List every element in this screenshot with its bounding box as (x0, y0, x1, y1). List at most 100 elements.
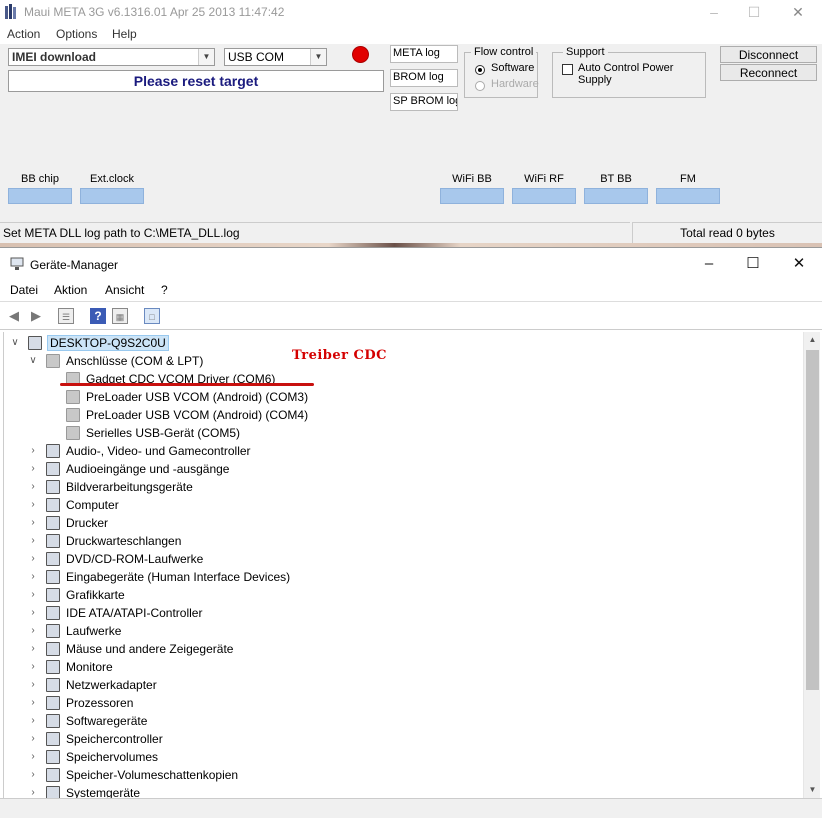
category-label: Eingabegeräte (Human Interface Devices) (66, 570, 291, 584)
expand-icon[interactable]: › (28, 694, 38, 712)
expand-icon[interactable]: › (28, 496, 38, 514)
root-label: DESKTOP-Q9S2C0U (47, 335, 169, 351)
port-select[interactable]: USB COM ▼ (224, 48, 327, 66)
view-icon[interactable]: ▦ (112, 308, 128, 324)
menu-options[interactable]: Options (56, 27, 97, 41)
maui-meta-window: Maui META 3G v6.1316.01 Apr 25 2013 11:4… (0, 0, 822, 245)
expand-icon[interactable]: › (28, 532, 38, 550)
tree-scrollbar[interactable]: ▲ ▼ (803, 332, 820, 798)
scroll-down-icon[interactable]: ▼ (804, 782, 821, 798)
support-group: Support Auto Control Power Supply (552, 46, 706, 98)
forward-icon[interactable]: ▶ (28, 308, 44, 324)
disconnect-button[interactable]: Disconnect (720, 46, 817, 63)
category-label: IDE ATA/ATAPI-Controller (66, 606, 203, 620)
back-icon[interactable]: ◀ (6, 308, 22, 324)
reconnect-button[interactable]: Reconnect (720, 64, 817, 81)
wifi-rf-indicator (512, 188, 576, 204)
properties-icon[interactable]: ☰ (58, 308, 74, 324)
meta-log-field[interactable]: META log (390, 45, 458, 63)
usb-device-icon (66, 390, 80, 404)
auto-power-label: Auto Control Power Supply (578, 62, 674, 86)
menu-help[interactable]: Help (112, 27, 137, 41)
category-label: Audio-, Video- und Gamecontroller (66, 444, 251, 458)
meta-titlebar: Maui META 3G v6.1316.01 Apr 25 2013 11:4… (0, 0, 822, 24)
expand-icon[interactable]: › (28, 784, 38, 798)
scan-hardware-icon[interactable]: □ (144, 308, 160, 324)
dvd-drive-icon (46, 552, 60, 566)
dm-statusbar (0, 798, 822, 818)
speaker-icon (46, 462, 60, 476)
category-label: Laufwerke (66, 624, 122, 638)
menu-action[interactable]: Action (7, 27, 40, 41)
audio-video-icon (46, 444, 60, 458)
chevron-down-icon: ▼ (310, 49, 326, 65)
meta-menubar: Action Options Help (0, 24, 822, 44)
dm-maximize-button[interactable]: ☐ (730, 248, 776, 280)
wifi-bb-indicator (440, 188, 504, 204)
expand-icon[interactable]: › (28, 622, 38, 640)
help-icon[interactable]: ? (90, 308, 106, 324)
computer-icon (46, 498, 60, 512)
expand-icon[interactable]: › (28, 568, 38, 586)
category-label: Prozessoren (66, 696, 134, 710)
sp-brom-log-field[interactable]: SP BROM log (390, 93, 458, 111)
scroll-up-icon[interactable]: ▲ (804, 332, 821, 348)
annotation-label: Treiber CDC (292, 348, 387, 363)
menu-ansicht[interactable]: Ansicht (105, 283, 144, 297)
expand-icon[interactable]: › (28, 748, 38, 766)
category-label: Speicher-Volumeschattenkopien (66, 768, 239, 782)
scroll-thumb[interactable] (806, 350, 819, 690)
menu-aktion[interactable]: Aktion (54, 283, 87, 297)
expand-icon[interactable]: › (28, 514, 38, 532)
mode-select-value: IMEI download (12, 50, 96, 64)
expand-icon[interactable]: › (28, 442, 38, 460)
meta-close-button[interactable]: ✕ (778, 0, 818, 24)
chevron-down-icon: ▼ (198, 49, 214, 65)
expand-icon[interactable]: › (28, 550, 38, 568)
category-label: Monitore (66, 660, 113, 674)
hardware-radio[interactable] (475, 81, 485, 91)
ports-category-label: Anschlüsse (COM & LPT) (66, 354, 204, 368)
category-label: Drucker (66, 516, 109, 530)
computer-icon (28, 336, 42, 350)
expand-icon[interactable]: › (28, 658, 38, 676)
usb-device-icon (66, 408, 80, 422)
wifi-rf-label: WiFi RF (524, 173, 564, 185)
mode-select[interactable]: IMEI download ▼ (8, 48, 215, 66)
expand-icon[interactable]: › (28, 676, 38, 694)
expand-icon[interactable]: › (28, 478, 38, 496)
port-select-value: USB COM (228, 50, 285, 64)
collapse-icon[interactable]: ∨ (28, 352, 38, 370)
expand-icon[interactable]: › (28, 586, 38, 604)
collapse-icon[interactable]: ∨ (10, 334, 20, 352)
expand-icon[interactable]: › (28, 766, 38, 784)
category-label: DVD/CD-ROM-Laufwerke (66, 552, 204, 566)
shadow-copy-icon (46, 768, 60, 782)
dm-close-button[interactable]: ✕ (776, 248, 822, 280)
connection-indicator (352, 46, 369, 63)
menu-help[interactable]: ? (161, 283, 168, 297)
expand-icon[interactable]: › (28, 604, 38, 622)
menu-datei[interactable]: Datei (10, 283, 38, 297)
category-label: Speichervolumes (66, 750, 159, 764)
bt-bb-label: BT BB (600, 173, 632, 185)
statusbar-right: Total read 0 bytes (632, 222, 822, 243)
auto-power-checkbox[interactable] (562, 64, 573, 75)
category-label: Audioeingänge und -ausgänge (66, 462, 230, 476)
expand-icon[interactable]: › (28, 640, 38, 658)
brom-log-field[interactable]: BROM log (390, 69, 458, 87)
bb-chip-indicator (8, 188, 72, 204)
software-radio[interactable] (475, 65, 485, 75)
dm-minimize-button[interactable]: – (686, 248, 732, 280)
meta-maximize-button[interactable]: ☐ (734, 0, 774, 24)
dm-toolbar: ◀ ▶ ☰ ? ▦ □ (0, 303, 822, 330)
expand-icon[interactable]: › (28, 730, 38, 748)
expand-icon[interactable]: › (28, 460, 38, 478)
display-adapter-icon (46, 588, 60, 602)
expand-icon[interactable]: › (28, 712, 38, 730)
meta-minimize-button[interactable]: – (694, 0, 734, 24)
ide-controller-icon (46, 606, 60, 620)
port-device-label: PreLoader USB VCOM (Android) (COM4) (86, 408, 309, 422)
storage-volume-icon (46, 750, 60, 764)
port-device-label: Serielles USB-Gerät (COM5) (86, 426, 241, 440)
